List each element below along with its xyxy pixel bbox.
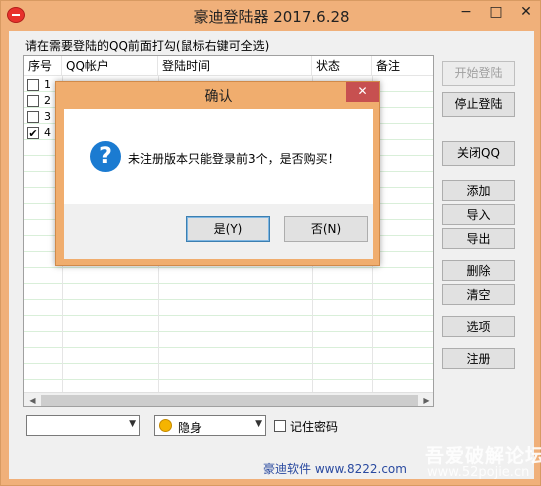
register-button[interactable]: 注册 [442, 348, 515, 369]
start-login-button[interactable]: 开始登陆 [442, 61, 515, 86]
main-window: 豪迪登陆器 2017.6.28 − □ ✕ 请在需要登陆的QQ前面打勾(鼠标右键… [0, 0, 541, 486]
scroll-right-arrow-icon[interactable]: ▶ [418, 393, 433, 406]
row-index: 2 [44, 94, 51, 107]
add-button[interactable]: 添加 [442, 180, 515, 201]
dialog-body: ? 未注册版本只能登录前3个，是否购买！ [64, 109, 373, 204]
chevron-down-icon[interactable]: ▼ [255, 419, 262, 429]
scrollbar-thumb[interactable] [41, 395, 418, 406]
row-checkbox[interactable] [27, 111, 39, 123]
status-combo-value: 隐身 [178, 421, 203, 435]
status-icon [159, 419, 172, 432]
hint-label: 请在需要登陆的QQ前面打勾(鼠标右键可全选) [25, 39, 270, 53]
export-button[interactable]: 导出 [442, 228, 515, 249]
remember-password-checkbox[interactable] [274, 420, 286, 432]
horizontal-scrollbar[interactable]: ◀ ▶ [24, 392, 433, 406]
options-button[interactable]: 选项 [442, 316, 515, 337]
delete-button[interactable]: 删除 [442, 260, 515, 281]
footer-link[interactable]: 豪迪软件 www.8222.com [263, 460, 407, 477]
row-checkbox[interactable] [27, 79, 39, 91]
dialog-button-bar: 是(Y) 否(N) [64, 204, 373, 259]
title-bar[interactable]: 豪迪登陆器 2017.6.28 − □ ✕ [1, 1, 541, 31]
row-index: 4 [44, 126, 51, 139]
row-index: 1 [44, 78, 51, 91]
close-qq-button[interactable]: 关闭QQ [442, 141, 515, 166]
no-button[interactable]: 否(N) [284, 216, 368, 242]
dialog-title: 确认 [204, 89, 233, 105]
minimize-button[interactable]: − [451, 1, 481, 23]
scroll-left-arrow-icon[interactable]: ◀ [24, 393, 41, 406]
row-checkbox[interactable] [27, 95, 39, 107]
yes-button[interactable]: 是(Y) [186, 216, 270, 242]
close-button[interactable]: ✕ [511, 1, 541, 23]
status-combo[interactable]: 隐身 ▼ [154, 415, 266, 436]
row-index: 3 [44, 110, 51, 123]
stop-login-button[interactable]: 停止登陆 [442, 92, 515, 117]
dialog-message: 未注册版本只能登录前3个，是否购买！ [128, 152, 340, 166]
maximize-button[interactable]: □ [481, 1, 511, 23]
watermark-url: www.52pojie.cn [427, 465, 530, 480]
watermark-title: 吾爱破解论坛 [425, 445, 541, 467]
account-combo[interactable]: ▼ [26, 415, 140, 436]
chevron-down-icon[interactable]: ▼ [129, 419, 136, 429]
row-checkbox-checked[interactable]: ✔ [27, 127, 39, 139]
question-icon: ? [90, 141, 121, 172]
dialog-close-button[interactable]: ✕ [346, 82, 379, 102]
remember-password-label[interactable]: 记住密码 [290, 418, 338, 435]
clear-button[interactable]: 清空 [442, 284, 515, 305]
import-button[interactable]: 导入 [442, 204, 515, 225]
confirm-dialog: 确认 ✕ ? 未注册版本只能登录前3个，是否购买！ 是(Y) 否(N) [55, 81, 380, 266]
